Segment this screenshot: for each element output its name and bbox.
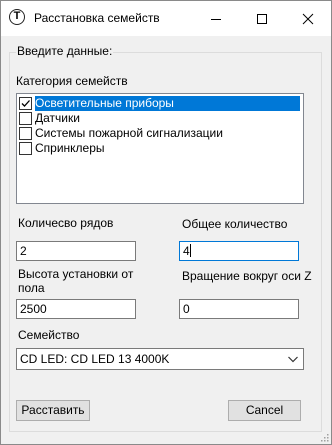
- family-select-value: CD LED: CD LED 13 4000K: [20, 352, 170, 366]
- rotation-input-value: 0: [183, 302, 190, 316]
- window-title: Расстановка семейств: [34, 11, 160, 25]
- minimize-icon: [211, 19, 221, 20]
- category-checkbox[interactable]: [19, 142, 32, 155]
- app-t-icon: T: [9, 9, 25, 25]
- list-item-label: Осветительные приборы: [35, 96, 300, 111]
- checkmark-icon: [21, 100, 30, 107]
- close-icon: [302, 13, 314, 25]
- height-label-line1: Высота установки от: [18, 267, 134, 281]
- rows-input-value: 2: [20, 244, 27, 258]
- list-item-label: Датчики: [35, 111, 80, 125]
- category-label: Категория семейств: [16, 74, 128, 88]
- rows-label: Количесво рядов: [18, 216, 114, 230]
- list-item[interactable]: Системы пожарной сигнализации: [18, 126, 302, 141]
- cancel-button[interactable]: Cancel: [228, 400, 301, 421]
- height-label-line2: пола: [18, 281, 45, 295]
- chevron-down-icon: [288, 356, 298, 363]
- height-input-value: 2500: [20, 302, 47, 316]
- text-caret: [189, 244, 191, 257]
- family-label: Семейство: [18, 328, 80, 342]
- place-button[interactable]: Расставить: [16, 400, 90, 421]
- maximize-button[interactable]: [239, 1, 285, 36]
- height-input[interactable]: 2500: [16, 299, 136, 319]
- group-label: Введите данные:: [16, 44, 114, 58]
- resize-grip-icon[interactable]: [319, 432, 329, 442]
- total-input-value: 4: [183, 244, 190, 258]
- rotation-label: Вращение вокруг оси Z: [182, 269, 312, 283]
- list-item[interactable]: Осветительные приборы: [18, 96, 302, 111]
- title-bar[interactable]: T Расстановка семейств: [1, 1, 331, 36]
- category-checkbox[interactable]: [19, 112, 32, 125]
- category-checkbox[interactable]: [19, 127, 32, 140]
- family-select[interactable]: CD LED: CD LED 13 4000K: [16, 348, 304, 370]
- category-listbox[interactable]: Осветительные приборы Датчики Системы по…: [16, 93, 304, 204]
- dialog-window: T Расстановка семейств Введите данные: К…: [0, 0, 332, 445]
- list-item-label: Спринклеры: [35, 141, 105, 155]
- category-checkbox[interactable]: [19, 97, 32, 110]
- rows-input[interactable]: 2: [16, 241, 136, 261]
- maximize-icon: [257, 14, 267, 24]
- list-item[interactable]: Спринклеры: [18, 141, 302, 156]
- total-input[interactable]: 4: [179, 241, 299, 261]
- list-item[interactable]: Датчики: [18, 111, 302, 126]
- minimize-button[interactable]: [193, 1, 239, 36]
- list-item-label: Системы пожарной сигнализации: [35, 126, 223, 140]
- total-label: Общее количество: [182, 217, 288, 231]
- rotation-input[interactable]: 0: [179, 299, 299, 319]
- close-button[interactable]: [285, 1, 331, 36]
